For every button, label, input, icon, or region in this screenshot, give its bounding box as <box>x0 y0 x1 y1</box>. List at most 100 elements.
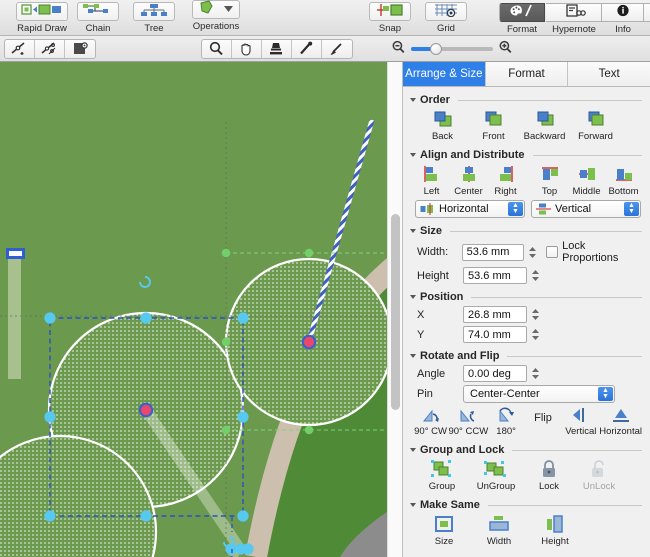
popup-stepper-arrows[interactable]: ▲ ▼ <box>598 387 613 401</box>
disclosure-triangle-icon[interactable] <box>410 295 416 299</box>
button-group[interactable]: Group <box>417 459 467 492</box>
button-rotate-cw[interactable]: 90° CW <box>413 406 448 437</box>
align-middle-icon <box>578 168 595 180</box>
segment-format[interactable]: Format <box>498 0 546 36</box>
eyedropper-tool-icon[interactable] <box>292 39 322 58</box>
zoom-slider-control[interactable] <box>391 40 513 57</box>
line-node-icon[interactable] <box>5 39 35 58</box>
width-input[interactable]: 53.6 mm <box>461 243 524 261</box>
button-unlock[interactable]: UnLock <box>573 459 625 492</box>
segment-present[interactable]: Present <box>644 0 650 36</box>
vertical-distribute-popup[interactable]: Vertical ▲ ▼ <box>531 200 641 218</box>
zoom-out-icon[interactable] <box>391 40 406 57</box>
button-rotate-ccw[interactable]: 90° CCW <box>448 406 488 437</box>
button-align-top[interactable]: Top <box>531 164 568 197</box>
section-header-align[interactable]: Align and Distribute <box>410 149 642 161</box>
align-right-icon <box>499 166 513 182</box>
disclosure-triangle-icon[interactable] <box>410 354 416 358</box>
segment-info[interactable]: Info <box>602 0 644 36</box>
height-input[interactable]: 53.6 mm <box>463 267 527 284</box>
label-rotate-180: 180° <box>496 426 516 437</box>
button-same-height[interactable]: Height <box>527 514 583 547</box>
button-lock[interactable]: Lock <box>525 459 573 492</box>
disclosure-triangle-icon[interactable] <box>410 448 416 452</box>
drawing-canvas[interactable] <box>0 62 402 557</box>
tab-format[interactable]: Format <box>485 62 569 86</box>
button-flip-vertical[interactable]: Vertical <box>562 406 599 437</box>
button-same-width[interactable]: Width <box>471 514 527 547</box>
unlock-icon <box>592 460 604 477</box>
section-header-make-same[interactable]: Make Same <box>410 499 642 511</box>
section-divider <box>457 99 642 101</box>
disclosure-triangle-icon[interactable] <box>410 153 416 157</box>
horizontal-distribute-popup[interactable]: Horizontal ▲ ▼ <box>415 200 525 218</box>
y-input[interactable]: 74.0 mm <box>463 326 527 343</box>
button-flip-horizontal[interactable]: Horizontal <box>599 406 642 437</box>
button-align-middle[interactable]: Middle <box>568 164 605 197</box>
toolbar-button-tree[interactable]: Tree <box>126 0 182 36</box>
zoom-slider-track[interactable] <box>411 42 493 55</box>
toolbar-button-rapid-draw[interactable]: Rapid Draw <box>14 0 70 36</box>
pin-label: Pin <box>417 388 433 400</box>
lock-proportions-checkbox[interactable] <box>546 246 559 258</box>
distribute-horizontal-icon <box>420 203 433 215</box>
button-same-size[interactable]: Size <box>417 514 471 547</box>
angle-input[interactable]: 0.00 deg <box>463 365 527 382</box>
x-input[interactable]: 26.8 mm <box>463 306 527 323</box>
button-back[interactable]: Back <box>417 109 468 142</box>
button-backward[interactable]: Backward <box>519 109 570 142</box>
tab-arrange-size[interactable]: Arrange & Size <box>403 62 486 86</box>
toolbar-button-grid[interactable]: Grid <box>418 0 474 36</box>
section-header-position[interactable]: Position <box>410 291 642 303</box>
button-forward[interactable]: Forward <box>570 109 621 142</box>
zoom-tool-icon[interactable] <box>202 39 232 58</box>
section-header-rotate[interactable]: Rotate and Flip <box>410 350 642 362</box>
width-stepper[interactable] <box>527 244 538 261</box>
disclosure-triangle-icon[interactable] <box>410 503 416 507</box>
line-cut-icon[interactable] <box>35 39 65 58</box>
button-align-bottom[interactable]: Bottom <box>605 164 642 197</box>
angle-stepper[interactable] <box>530 365 541 382</box>
shape-props-icon[interactable] <box>65 40 95 58</box>
group-lock-buttons: Group UnGroup Lock UnLock <box>411 459 642 492</box>
canvas-vertical-scrollbar[interactable] <box>387 62 402 557</box>
disclosure-triangle-icon[interactable] <box>410 229 416 233</box>
pin-popup[interactable]: Center-Center ▲ ▼ <box>463 385 615 403</box>
zoom-slider-knob[interactable] <box>430 42 442 55</box>
toolbar-button-operations[interactable]: Operations <box>182 0 250 36</box>
width-label: Width: <box>417 246 449 258</box>
label-align-center: Center <box>454 186 483 197</box>
label-unlock: UnLock <box>582 481 616 492</box>
stamp-tool-icon[interactable] <box>262 39 292 58</box>
align-bottom-icon <box>615 169 632 181</box>
toolbar-button-snap[interactable]: Snap <box>362 0 418 36</box>
paintbrush-tool-icon[interactable] <box>322 40 352 58</box>
tab-text[interactable]: Text <box>568 62 650 86</box>
hand-tool-icon[interactable] <box>232 39 262 58</box>
button-rotate-180[interactable]: 180° <box>489 406 524 437</box>
zoom-in-icon[interactable] <box>498 40 513 57</box>
lock-proportions-row[interactable]: Lock Proportions <box>546 240 642 264</box>
button-align-left[interactable]: Left <box>413 164 450 197</box>
distribute-popups: Horizontal ▲ ▼ Vertical ▲ ▼ <box>411 200 642 218</box>
button-front[interactable]: Front <box>468 109 519 142</box>
label-rotate-ccw: 90° CCW <box>448 426 489 437</box>
popup-stepper-arrows[interactable]: ▲ ▼ <box>624 202 639 216</box>
popup-stepper-arrows[interactable]: ▲ ▼ <box>508 202 523 216</box>
section-header-group-lock[interactable]: Group and Lock <box>410 444 642 456</box>
toolbar-button-chain[interactable]: Chain <box>70 0 126 36</box>
canvas-scrollbar-thumb[interactable] <box>391 214 400 410</box>
height-stepper[interactable] <box>530 267 541 284</box>
section-header-size[interactable]: Size <box>410 225 642 237</box>
button-align-right[interactable]: Right <box>487 164 524 197</box>
y-stepper[interactable] <box>530 326 541 343</box>
button-align-center[interactable]: Center <box>450 164 487 197</box>
make-same-buttons: Size Width Height <box>411 514 642 547</box>
x-stepper[interactable] <box>530 306 541 323</box>
section-title-position: Position <box>420 291 464 303</box>
button-ungroup[interactable]: UnGroup <box>467 459 525 492</box>
disclosure-triangle-icon[interactable] <box>410 98 416 102</box>
section-header-order[interactable]: Order <box>410 94 642 106</box>
segment-hypernote[interactable]: Hypernote <box>546 0 602 36</box>
label-front: Front <box>482 131 505 142</box>
